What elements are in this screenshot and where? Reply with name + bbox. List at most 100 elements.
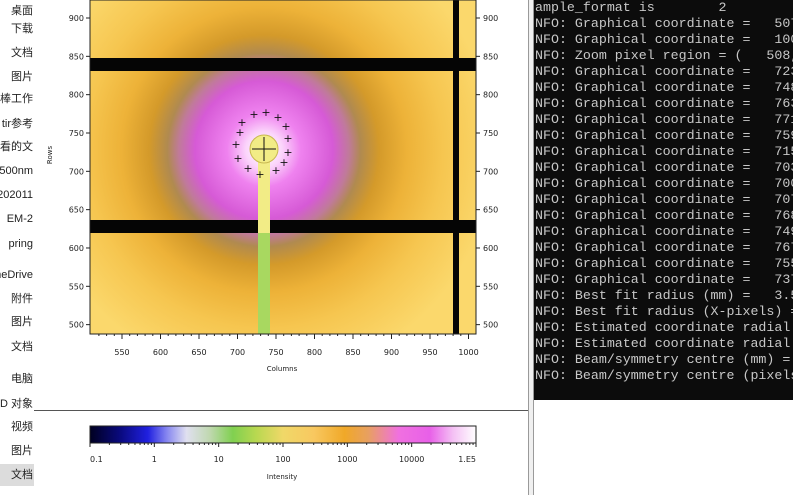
sidebar-item[interactable]: 电脑	[0, 368, 34, 390]
sidebar-item[interactable]: 单棒工作	[0, 88, 34, 110]
sidebar-item-label: 202011	[0, 189, 33, 201]
x-axis: 550 600 650 700 750 800 850 900 950 1000	[98, 334, 479, 357]
console-line: NFO: Graphical coordinate = 737	[535, 272, 793, 287]
sidebar-item-label: 下载	[11, 23, 33, 35]
y-tick-label: 700	[69, 167, 84, 176]
desktop-area	[534, 400, 793, 495]
sidebar-item[interactable]: EM-2	[0, 208, 34, 230]
sidebar-item-label: 电脑	[11, 373, 33, 385]
pane-divider[interactable]	[34, 410, 528, 411]
console-line: NFO: Graphical coordinate = 703	[535, 160, 793, 175]
y-axis-label: Rows	[46, 146, 54, 165]
console-line: NFO: Graphical coordinate = 768	[535, 208, 793, 223]
image-viewer-window: + + + + + + + + + + + + + + 900 850 800 750 700 650 600 550 5…	[34, 0, 528, 495]
x-tick-label: 950	[422, 348, 437, 357]
console-line: NFO: Best fit radius (mm) = 3.5	[535, 288, 793, 303]
sidebar-item[interactable]: 图片	[0, 440, 34, 462]
colorbar-label: Intensity	[267, 473, 297, 481]
colorbar-ticks: 0.1 1 10 100 1000 10000 1.E5	[89, 443, 477, 464]
sidebar-item[interactable]: 要看的文	[0, 136, 34, 158]
console-line: NFO: Estimated coordinate radial	[535, 336, 791, 351]
y-tick-label: 550	[69, 282, 84, 291]
y-tick-label: 800	[69, 91, 84, 100]
detector-gap-vertical	[453, 0, 459, 334]
y-tick-label: 900	[69, 14, 84, 23]
sidebar-item-label: 图片	[11, 316, 33, 328]
y-tick-label: 750	[69, 129, 84, 138]
console-line: NFO: Beam/symmetry centre (mm) =	[535, 352, 791, 367]
console-line: NFO: Graphical coordinate = 700	[535, 176, 793, 191]
point-marker: +	[255, 168, 264, 181]
colorbar	[89, 425, 477, 444]
point-marker: +	[261, 106, 270, 119]
point-marker: +	[233, 152, 242, 165]
console-line: NFO: Graphical coordinate = 507	[535, 16, 793, 31]
sidebar-item-label: 要看的文	[0, 141, 33, 153]
sidebar-item-label: neDrive	[0, 269, 33, 281]
sidebar-item[interactable]: 下载	[0, 18, 34, 40]
sidebar-item-label: EM-2	[6, 213, 33, 225]
beamstop-arm-lower	[258, 233, 270, 334]
sidebar-item[interactable]: 图片	[0, 66, 34, 88]
sidebar-item[interactable]: 视频	[0, 416, 34, 438]
sidebar-item-label: 文档	[11, 47, 33, 59]
sidebar-item-label: 图片	[11, 71, 33, 83]
sidebar-item[interactable]: 500nm	[0, 160, 34, 182]
y-tick-label-right: 650	[483, 206, 498, 215]
point-marker: +	[243, 162, 252, 175]
y-tick-label: 650	[69, 206, 84, 215]
colorbar-tick-label: 1000	[337, 455, 357, 464]
colorbar-tick-label: 1.E5	[458, 455, 476, 464]
point-marker: +	[235, 126, 244, 139]
console-line: NFO: Zoom pixel region = ( 508,	[535, 48, 793, 63]
x-tick-label: 550	[114, 348, 129, 357]
console-line: NFO: Graphical coordinate = 755	[535, 256, 793, 271]
sidebar-item[interactable]: 图片	[0, 311, 34, 333]
console-line: NFO: Graphical coordinate = 748	[535, 80, 793, 95]
sidebar-item[interactable]: pring	[0, 233, 34, 255]
sidebar-item[interactable]: 附件	[0, 288, 34, 310]
sidebar-item-label: 图片	[11, 445, 33, 457]
console-line: NFO: Estimated coordinate radial	[535, 320, 791, 335]
detector-gap-lower	[90, 220, 476, 233]
console-line: NFO: Graphical coordinate = 763	[535, 96, 793, 111]
console-output[interactable]: ample_format is 2 NFO: Graphical coordina…	[534, 0, 793, 400]
console-line: NFO: Best fit radius (X-pixels) =	[535, 304, 793, 319]
x-tick-label: 650	[191, 348, 206, 357]
console-line: NFO: Graphical coordinate = 767	[535, 240, 793, 255]
sidebar-item[interactable]: 文档	[0, 336, 34, 358]
sidebar-item-label: 视频	[11, 421, 33, 433]
image-plot: ++ + +++++++++++ 9008508007507006506005505…	[46, 0, 498, 481]
console-line: NFO: Graphical coordinate = 715	[535, 144, 793, 159]
y-tick-label-right: 500	[483, 321, 498, 330]
y-axis-right: 900 850 800 750 700 650 600 550 500	[476, 14, 498, 330]
console-line: NFO: Graphical coordinate = 771	[535, 112, 793, 127]
x-tick-label: 800	[307, 348, 322, 357]
y-tick-label-right: 850	[483, 52, 498, 61]
y-tick-label-right: 600	[483, 244, 498, 253]
detector-image[interactable]: ++ + +++++++++++	[90, 0, 476, 334]
sidebar-item-label: 文档	[11, 341, 33, 353]
colorbar-tick-label: 100	[275, 455, 290, 464]
point-marker: +	[231, 138, 240, 151]
sidebar-item[interactable]: 文档	[0, 42, 34, 64]
sidebar-item-label: tir参考	[1, 118, 33, 130]
colorbar-tick-label: 10	[214, 455, 224, 464]
sidebar-item[interactable]: neDrive	[0, 264, 34, 286]
y-tick-label-right: 550	[483, 282, 498, 291]
point-marker: +	[279, 156, 288, 169]
sidebar-item[interactable]: 202011	[0, 184, 34, 206]
sidebar-item-label: pring	[8, 238, 33, 250]
sidebar-item-label: D 对象	[0, 398, 33, 410]
detector-gap-upper	[90, 58, 476, 71]
sidebar-item[interactable]: D 对象	[0, 393, 34, 415]
y-tick-label: 850	[69, 52, 84, 61]
y-tick-label-right: 700	[483, 167, 498, 176]
x-axis-label: Columns	[267, 365, 298, 373]
sidebar-item-label: 文档	[11, 469, 33, 481]
sidebar-item[interactable]: tir参考	[0, 113, 34, 135]
point-marker: +	[283, 132, 292, 145]
console-line: NFO: Graphical coordinate = 749	[535, 224, 793, 239]
sidebar-item[interactable]: 文档	[0, 464, 34, 486]
y-tick-label-right: 750	[483, 129, 498, 138]
